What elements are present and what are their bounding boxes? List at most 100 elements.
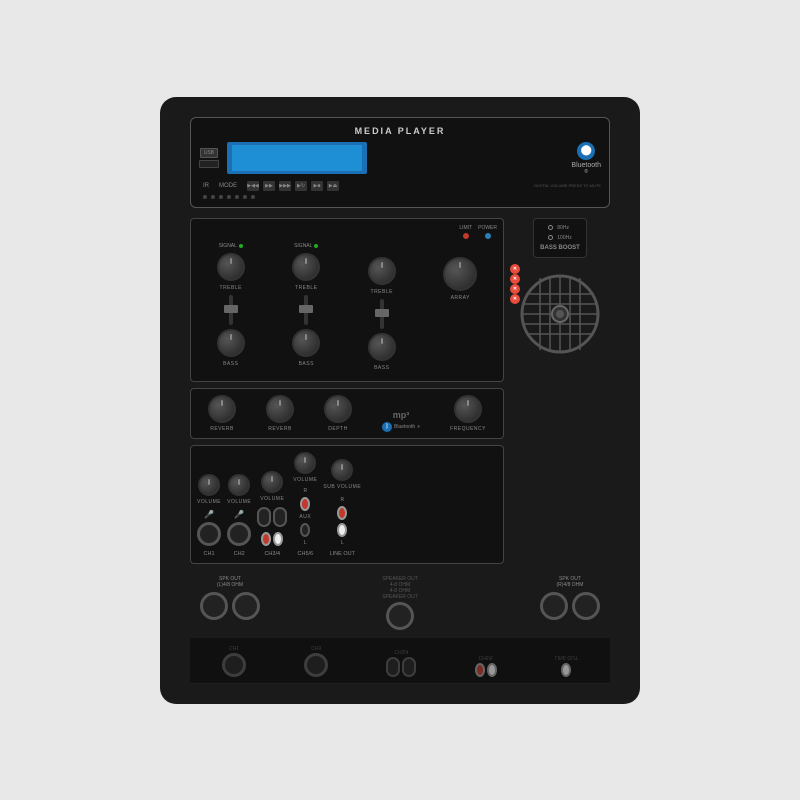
reflection-channels: CH1 CH3 CH3/4 CH5/6 [196,644,604,677]
corner-x-tl: ✕ [510,264,520,274]
digital-volume-label: DIGITAL VOLUME PRESS TO MUTE [534,183,601,188]
bass-knob-3[interactable] [368,333,396,361]
right-panel: 80Hz 100Hz BASS BOOST ✕ ✕ ✕ ✕ [510,218,610,564]
ref-rca-r [475,663,485,677]
indicator-dot-6 [243,195,247,199]
ch2-icon: 🎤 [234,510,244,519]
lcd-screen [232,145,362,171]
ref-ch56-label: CH5/6 [479,654,493,660]
ref-lo-label: LINE OUT [555,654,578,660]
reflection-section: CH1 CH3 CH3/4 CH5/6 [190,638,610,684]
ref-lo-l [561,663,571,677]
ch2-vol-knob[interactable] [228,474,250,496]
indicator-dot-5 [235,195,239,199]
ref-rca-l [487,663,497,677]
ref-ch34-label: CH3/4 [394,648,408,654]
usb-slot[interactable] [199,160,219,168]
l-label: L [304,540,307,546]
corner-x-br: ✕ [510,294,520,304]
spk-right-group: SPK OUT(R)4/8 OHM [540,576,600,630]
array-channel: ARRAY [443,243,477,371]
repeat-button[interactable]: ↻ [295,181,307,191]
depth-knob-strip: DEPTH [324,395,352,432]
ref-ch34-ts [386,657,400,677]
limit-power-row: LIMIT POWER [197,225,497,239]
fan-body [520,274,600,354]
ch2-strip: VOLUME 🎤 CH2 [227,474,251,557]
fader-3[interactable] [380,299,384,329]
mp3-bt-icon: ᛒ [382,422,392,432]
ch2-xlr-jack [227,522,251,546]
boost-100hz-dot[interactable] [548,235,553,240]
indicator-dot-7 [251,195,255,199]
boost-80hz-dot[interactable] [548,225,553,230]
media-player-section: MEDIA PLAYER USB ⬤ Bluetooth ® [190,117,610,208]
fader-2[interactable] [304,295,308,325]
prev-button[interactable]: ◀◀ [247,181,259,191]
spk-left-label: SPK OUT(L)4/8 OHM [217,576,243,588]
play-button[interactable]: ▶ [263,181,275,191]
eq-section: LIMIT POWER SIGNAL [190,218,504,382]
spk-center-jack [386,602,414,630]
ref-ch1-jack [222,653,246,677]
bass-knob-1[interactable] [217,329,245,357]
ch56-rca-l [300,523,310,537]
reverb-knob-2[interactable] [266,395,294,423]
indicator-dot-1 [203,195,207,199]
fan-svg [520,274,600,354]
eject-button[interactable]: ⏏ [327,181,339,191]
speaker-out-center: SPEAKER OUT4-8 OHM4-8 OHMSPEAKER OUT [382,576,418,600]
sub-vol-knob[interactable] [331,459,353,481]
channels-section: VOLUME 🎤 CH1 VOLUME 🎤 [190,445,504,564]
boost-100hz: 100Hz [548,235,571,241]
mode-label: MODE [219,183,237,189]
indicator-dot-2 [211,195,215,199]
indicator-dot-3 [219,195,223,199]
bluetooth-badge: ⬤ Bluetooth ® [571,142,601,175]
lo-rca-r [337,506,347,520]
boost-80hz-label: 80Hz [557,225,569,231]
transport-row: IR MODE ◀◀ ▶ ▶▶ ↻ ■ ⏏ DIGITAL VOLUME PRE… [199,181,601,191]
ch34-strip: VOLUME CH3/4 [257,471,287,557]
frequency-knob[interactable] [454,395,482,423]
stop-button[interactable]: ■ [311,181,323,191]
usb-icon: USB [204,150,214,156]
lcd-display [227,142,367,174]
indicator-dot-4 [227,195,231,199]
depth-knob[interactable] [324,395,352,423]
spk-left-jack-2 [232,592,260,620]
transport-buttons: ◀◀ ▶ ▶▶ ↻ ■ ⏏ [247,181,339,191]
corner-x-bl: ✕ [510,284,520,294]
spk-right-jacks [540,592,600,620]
line-out-strip: SUB VOLUME R L LINE OUT [323,459,361,557]
frequency-strip: FREQUENCY [450,395,486,432]
bluetooth-label: Bluetooth [571,162,601,169]
ch34-rca-l [273,532,283,546]
treble-knob-3[interactable] [368,257,396,285]
spk-left-group: SPK OUT(L)4/8 OHM [200,576,260,630]
media-player-title: MEDIA PLAYER [199,126,601,136]
ch1-vol-knob[interactable] [198,474,220,496]
signal-2: SIGNAL [294,243,318,249]
mp3-bluetooth-logo: mp³ ᛒ Bluetooth ® [382,410,420,432]
limit-led [463,233,469,239]
dot-indicators [199,195,601,199]
next-button[interactable]: ▶▶ [279,181,291,191]
fan-container: ✕ ✕ ✕ ✕ [510,264,610,364]
ch56-rca-r [300,497,310,511]
ch34-vol-knob[interactable] [261,471,283,493]
bass-knob-2[interactable] [292,329,320,357]
reverb-knob-1[interactable] [208,395,236,423]
boost-80hz: 80Hz [548,225,571,231]
ch56-vol-knob[interactable] [294,452,316,474]
fader-1[interactable] [229,295,233,325]
ir-label: IR [203,183,209,189]
treble-knob-1[interactable] [217,253,245,281]
mp3-bt-text: Bluetooth [394,424,415,430]
signal-1: SIGNAL [219,243,243,249]
reverb-1: REVERB [208,395,236,432]
treble-knob-2[interactable] [292,253,320,281]
array-knob[interactable] [443,257,477,291]
left-controls: LIMIT POWER SIGNAL [190,218,504,564]
ref-lineout: LINE OUT [555,654,578,677]
